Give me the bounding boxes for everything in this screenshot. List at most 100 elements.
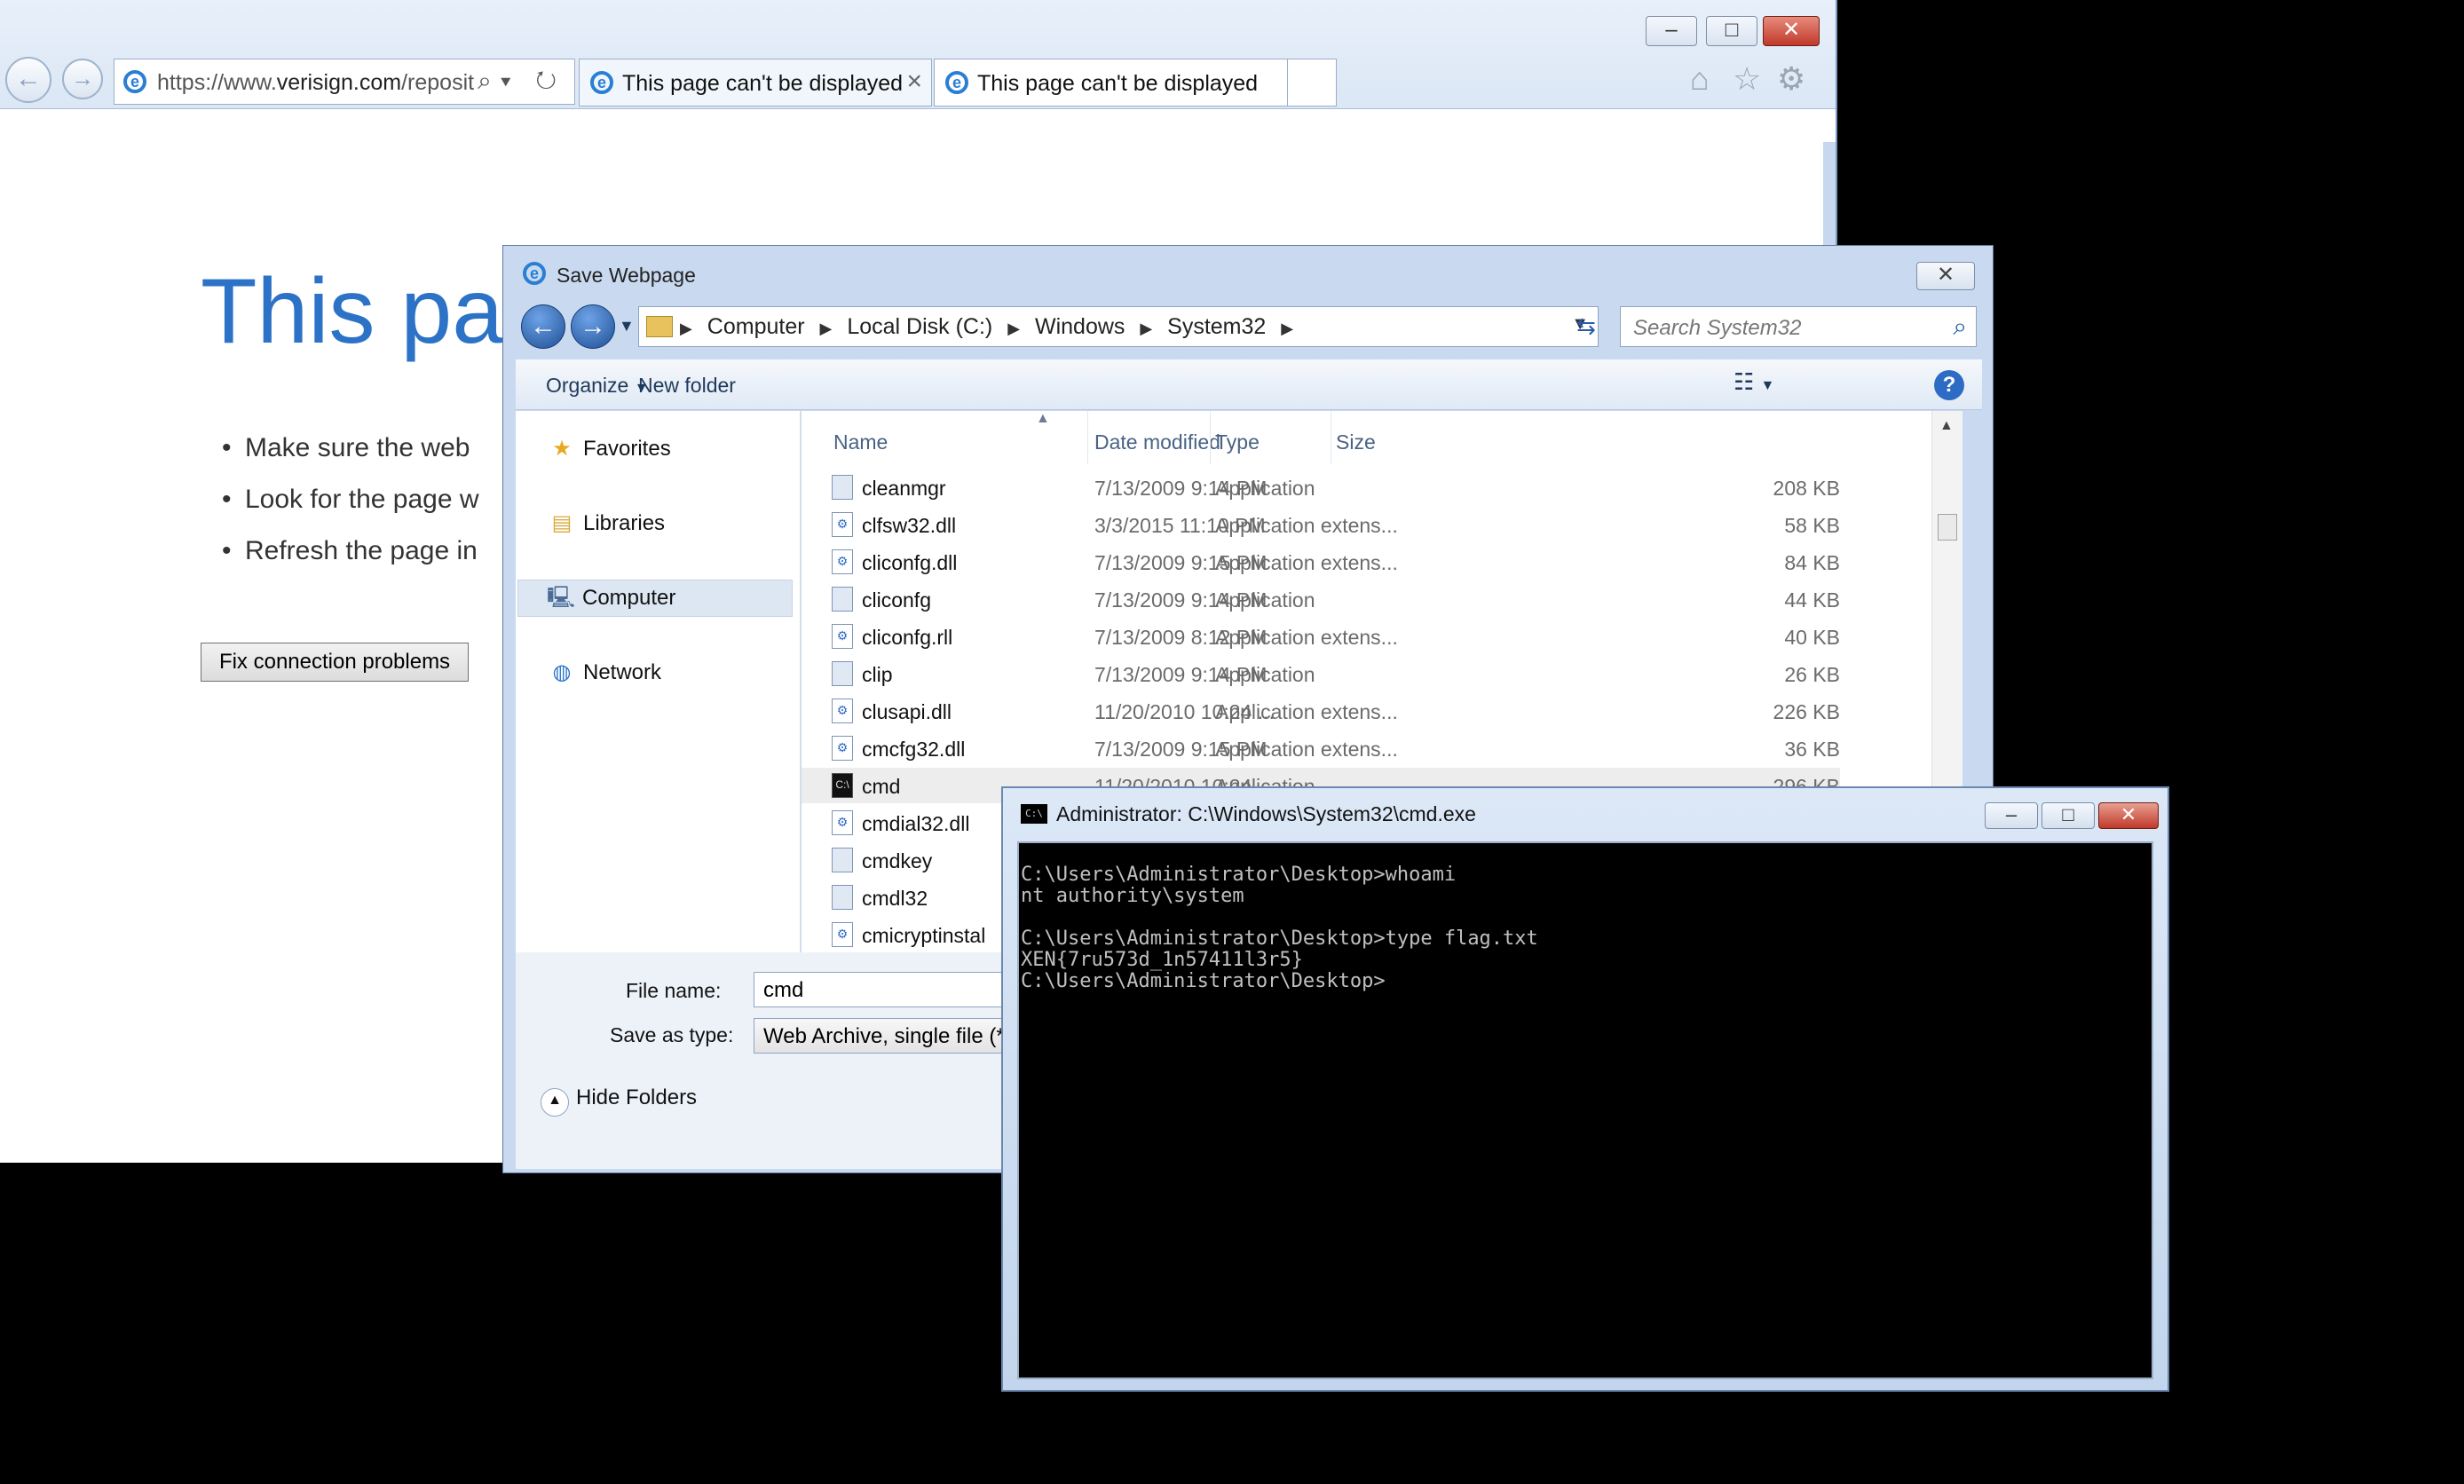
chevron-right-icon[interactable]: ▶ xyxy=(820,320,833,337)
new-folder-button[interactable]: New folder xyxy=(638,374,736,398)
tab-1[interactable]: e This page can't be displayed × xyxy=(579,59,932,107)
computer-icon: 🖳 xyxy=(547,586,576,610)
help-icon[interactable]: ? xyxy=(1934,370,1964,400)
dll-icon: ⚙ xyxy=(832,549,853,574)
file-name: cliconfg xyxy=(862,588,931,612)
address-bar[interactable]: e https://www.verisign.com/reposit ⌕▾ ↻ xyxy=(114,59,575,105)
nav-favorites[interactable]: ★ Favorites xyxy=(548,436,670,462)
search-refresh-icons[interactable]: ⌕▾ ↻ xyxy=(478,67,565,96)
maximize-button[interactable]: □ xyxy=(2041,802,2095,829)
minimize-button[interactable]: – xyxy=(1646,16,1697,46)
app-icon xyxy=(832,885,853,910)
view-options-icon[interactable]: ☷ ▼ xyxy=(1733,368,1774,396)
error-bullet: Make sure the web xyxy=(222,433,470,463)
cmd-icon: C:\ xyxy=(832,773,853,798)
file-type: Application xyxy=(1215,588,1315,612)
dialog-close-button[interactable]: ✕ xyxy=(1916,262,1975,290)
tab-2[interactable]: e This page can't be displayed xyxy=(934,59,1289,107)
dialog-title: Save Webpage xyxy=(557,264,696,287)
refresh-icon[interactable]: ⇆ xyxy=(1568,306,1604,347)
file-name: cleanmgr xyxy=(862,477,946,500)
console-line: C:\Users\Administrator\Desktop>type flag… xyxy=(1021,928,1538,950)
dll-icon: ⚙ xyxy=(832,810,853,835)
ie-icon: e xyxy=(123,70,146,93)
file-size: 208 KB xyxy=(1773,477,1840,500)
gear-icon[interactable]: ⚙ xyxy=(1777,60,1805,98)
library-icon: ▤ xyxy=(551,511,573,535)
breadcrumb-system32[interactable]: System32 xyxy=(1167,314,1266,339)
error-bullet: Refresh the page in xyxy=(222,536,478,566)
breadcrumb[interactable]: ▶ Computer ▶ Local Disk (C:) ▶ Windows ▶… xyxy=(638,306,1599,347)
star-icon: ★ xyxy=(552,437,572,461)
file-row[interactable]: ⚙ cliconfg.dll 7/13/2009 9:15 PM Applicatio… xyxy=(802,544,1840,580)
file-row[interactable]: ⚙ cmcfg32.dll 7/13/2009 9:15 PM Application… xyxy=(802,730,1840,766)
forward-arrow-icon[interactable]: → xyxy=(571,304,615,349)
save-type-label: Save as type: xyxy=(610,1023,734,1046)
file-row[interactable]: ⚙ clusapi.dll 11/20/2010 10:24 ... Applicat… xyxy=(802,693,1840,729)
chevron-right-icon[interactable]: ▶ xyxy=(1140,320,1152,337)
file-type: Application extens... xyxy=(1215,514,1398,537)
organize-button[interactable]: Organize ▼ xyxy=(546,374,649,398)
column-size[interactable]: Size xyxy=(1336,430,1376,454)
file-size: 58 KB xyxy=(1784,514,1840,537)
column-name[interactable]: Name xyxy=(833,430,888,454)
file-row[interactable]: clip 7/13/2009 9:14 PM Application 26 KB xyxy=(802,656,1840,691)
fix-connection-button[interactable]: Fix connection problems xyxy=(201,643,469,682)
new-tab-button[interactable] xyxy=(1287,59,1337,107)
recent-pages-dropdown-icon[interactable]: ▼ xyxy=(619,317,635,335)
file-type: Application extens... xyxy=(1215,700,1398,723)
file-name-label: File name: xyxy=(626,979,722,1002)
file-name: cliconfg.dll xyxy=(862,551,958,574)
forward-arrow-icon[interactable]: → xyxy=(62,59,103,99)
app-icon xyxy=(832,848,853,872)
close-button[interactable]: ✕ xyxy=(1763,16,1820,46)
favorites-star-icon[interactable]: ☆ xyxy=(1733,60,1761,98)
file-row[interactable]: ⚙ cliconfg.rll 7/13/2009 8:12 PM Applicatio… xyxy=(802,619,1840,654)
folder-icon xyxy=(646,316,673,337)
dll-icon: ⚙ xyxy=(832,736,853,761)
file-size: 26 KB xyxy=(1784,663,1840,686)
close-button[interactable]: ✕ xyxy=(2098,802,2159,829)
breadcrumb-computer[interactable]: Computer xyxy=(707,314,805,339)
address-url: https://www.verisign.com/reposit xyxy=(157,70,475,95)
nav-libraries[interactable]: ▤ Libraries xyxy=(548,510,665,536)
back-arrow-icon[interactable]: ← xyxy=(521,304,565,349)
nav-network[interactable]: ◍ Network xyxy=(548,659,662,685)
file-name: cliconfg.rll xyxy=(862,626,953,649)
chevron-right-icon[interactable]: ▶ xyxy=(1281,320,1293,337)
column-divider xyxy=(1210,411,1211,464)
file-size: 226 KB xyxy=(1773,700,1840,723)
tab-label: This page can't be displayed xyxy=(622,71,904,96)
breadcrumb-windows[interactable]: Windows xyxy=(1035,314,1125,339)
app-icon xyxy=(832,661,853,686)
chevron-right-icon[interactable]: ▶ xyxy=(680,320,692,337)
back-arrow-icon[interactable]: ← xyxy=(5,57,51,103)
ie-icon: e xyxy=(590,71,613,94)
hide-folders-button[interactable]: ▲ Hide Folders xyxy=(541,1085,697,1117)
tab-close-icon[interactable]: × xyxy=(906,67,922,97)
nav-computer[interactable]: 🖳 Computer xyxy=(517,580,793,617)
file-name: cmcfg32.dll xyxy=(862,738,966,761)
search-placeholder: Search System32 xyxy=(1633,316,1802,340)
file-name: cmdial32.dll xyxy=(862,812,970,835)
chevron-right-icon[interactable]: ▶ xyxy=(1007,320,1020,337)
console-output[interactable]: C:\Users\Administrator\Desktop>whoami nt … xyxy=(1017,841,2153,1379)
file-row[interactable]: cleanmgr 7/13/2009 9:14 PM Application 208 … xyxy=(802,470,1840,505)
dialog-toolbar: Organize ▼ New folder ☷ ▼ ? xyxy=(516,359,1982,410)
search-icon[interactable]: ⌕ xyxy=(1953,312,1967,342)
console-line: C:\Users\Administrator\Desktop> xyxy=(1021,970,1386,992)
column-date[interactable]: Date modified xyxy=(1094,430,1220,454)
maximize-button[interactable]: □ xyxy=(1706,16,1757,46)
home-icon[interactable]: ⌂ xyxy=(1690,60,1710,98)
search-input[interactable]: Search System32 ⌕ xyxy=(1620,306,1977,347)
file-row[interactable]: ⚙ clfsw32.dll 3/3/2015 11:10 PM Application… xyxy=(802,507,1840,542)
tab-label: This page can't be displayed xyxy=(977,71,1259,96)
scroll-up-icon[interactable]: ▲ xyxy=(1939,418,1954,434)
column-type[interactable]: Type xyxy=(1215,430,1260,454)
app-icon xyxy=(832,587,853,612)
scroll-thumb[interactable] xyxy=(1938,514,1957,541)
network-icon: ◍ xyxy=(552,660,572,684)
breadcrumb-local-disk[interactable]: Local Disk (C:) xyxy=(847,314,992,339)
file-row[interactable]: cliconfg 7/13/2009 9:14 PM Application 44 K… xyxy=(802,581,1840,617)
minimize-button[interactable]: – xyxy=(1985,802,2038,829)
